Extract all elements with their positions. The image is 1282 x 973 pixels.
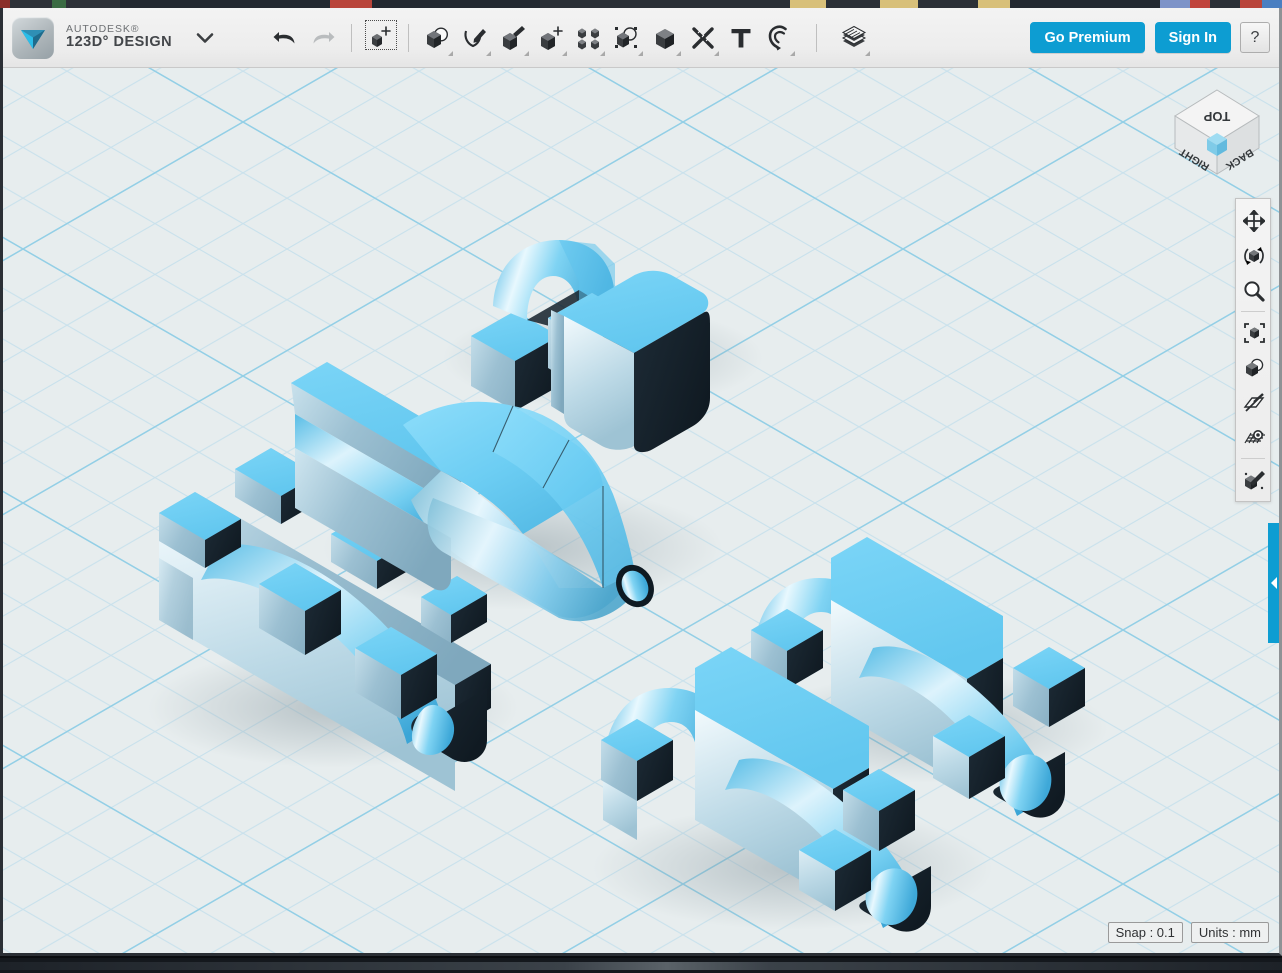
chevron-down-icon (486, 50, 492, 56)
transform-tool-button[interactable] (361, 17, 399, 59)
chevron-down-icon (600, 50, 606, 56)
chevron-down-icon (524, 50, 530, 56)
brand-text: AUTODESK® 123D° DESIGN (66, 24, 172, 50)
fit-to-view-button[interactable] (1236, 315, 1272, 350)
hide-grid-button[interactable] (1236, 385, 1272, 420)
view-cube[interactable]: TOP RIGHT BACK (1163, 76, 1271, 181)
pan-button[interactable] (1236, 203, 1272, 238)
text-tool-button[interactable] (722, 17, 760, 59)
zoom-button[interactable] (1236, 273, 1272, 308)
pattern-tool-button[interactable] (570, 17, 608, 59)
toolbar-divider (351, 23, 353, 52)
toolbar-divider (408, 23, 410, 52)
brand-line-product: 123D° DESIGN (66, 34, 173, 51)
taskbar-gloss (0, 962, 1282, 970)
left-arrow-icon (1270, 577, 1277, 589)
combine-tool-button[interactable] (646, 17, 684, 59)
chevron-down-icon (714, 50, 720, 56)
redo-button[interactable] (304, 17, 342, 59)
snap-status-chip[interactable]: Snap : 0.1 (1107, 922, 1183, 943)
construct-tool-button[interactable] (494, 17, 532, 59)
main-window-frame: AUTODESK® 123D° DESIGN Go Premium Sign I… (0, 8, 1282, 956)
chevron-down-icon (865, 50, 871, 56)
view-cube-top-label: TOP (1203, 109, 1230, 124)
taskbar-top-line (0, 956, 1282, 958)
materials-tool-button[interactable] (835, 17, 873, 59)
go-premium-button[interactable]: Go Premium (1030, 22, 1145, 53)
view-settings-button[interactable] (1236, 350, 1272, 385)
chevron-down-icon (448, 50, 454, 56)
display-style-button[interactable] (1236, 462, 1272, 497)
orbit-button[interactable] (1236, 238, 1272, 273)
rail-divider (1241, 311, 1265, 312)
units-status-chip[interactable]: Units : mm (1190, 922, 1269, 943)
grid-snap-button[interactable] (1236, 420, 1272, 455)
grouping-tool-button[interactable] (608, 17, 646, 59)
status-bar: Snap : 0.1 Units : mm (1107, 922, 1269, 943)
undo-button[interactable] (266, 17, 304, 59)
measure-tool-button[interactable] (684, 17, 722, 59)
snap-tool-button[interactable] (760, 17, 798, 59)
chevron-down-icon (790, 50, 796, 56)
expand-panel-tab[interactable] (1268, 523, 1279, 643)
chevron-down-icon (676, 50, 682, 56)
toolbar-divider (816, 23, 818, 52)
rail-divider (1241, 458, 1265, 459)
chevron-down-icon (562, 50, 568, 56)
sketch-tool-button[interactable] (456, 17, 494, 59)
chevron-down-icon (638, 50, 644, 56)
brand: AUTODESK® 123D° DESIGN (3, 16, 216, 59)
modify-tool-button[interactable] (532, 17, 570, 59)
autodesk-triangle-logo-icon (12, 16, 54, 59)
os-top-strip (0, 0, 1282, 8)
primitives-tool-button[interactable] (418, 17, 456, 59)
top-toolbar: AUTODESK® 123D° DESIGN Go Premium Sign I… (3, 8, 1279, 68)
help-button[interactable]: ? (1240, 22, 1270, 53)
model-scene[interactable] (3, 68, 1279, 953)
application-window: AUTODESK® 123D° DESIGN Go Premium Sign I… (0, 0, 1282, 973)
navigation-rail (1235, 198, 1271, 502)
3d-viewport[interactable]: TOP RIGHT BACK Snap: 0.1 Units: mm (3, 68, 1279, 953)
os-taskbar-strip (0, 956, 1282, 973)
chevron-down-icon[interactable] (194, 27, 216, 49)
sign-in-button[interactable]: Sign In (1154, 22, 1231, 53)
